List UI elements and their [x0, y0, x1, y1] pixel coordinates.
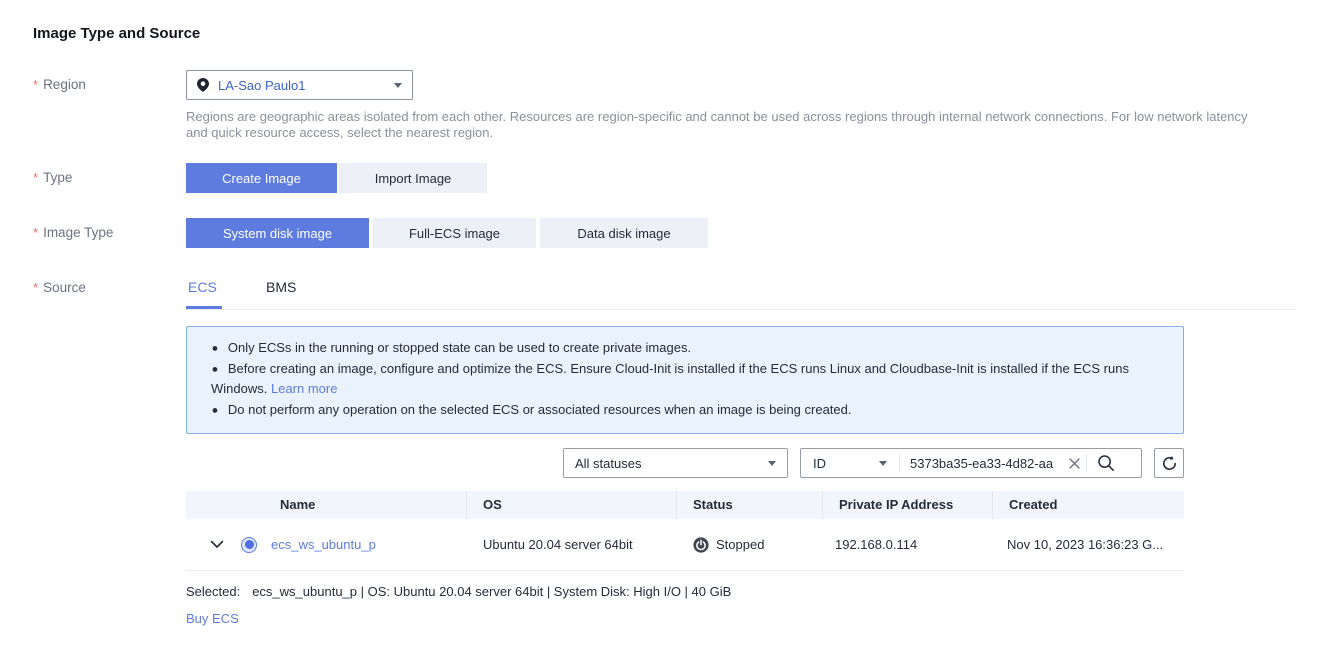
- caret-down-icon[interactable]: [879, 461, 887, 466]
- image-type-and-source-panel: Image Type and Source *Region LA-Sao Pau…: [0, 0, 1344, 646]
- refresh-button[interactable]: [1154, 448, 1184, 478]
- required-asterisk: *: [33, 170, 38, 185]
- source-label: *Source: [33, 280, 86, 295]
- table-row: ecs_ws_ubuntu_p Ubuntu 20.04 server 64bi…: [186, 519, 1184, 571]
- region-label: *Region: [33, 77, 86, 92]
- region-value: LA-Sao Paulo1: [218, 78, 394, 93]
- required-asterisk: *: [33, 280, 38, 295]
- column-header-created: Created: [993, 491, 1184, 519]
- tab-bms[interactable]: BMS: [266, 279, 296, 295]
- chevron-down-icon[interactable]: [210, 540, 224, 549]
- created-cell: Nov 10, 2023 16:36:23 G...: [993, 537, 1184, 552]
- required-asterisk: *: [33, 225, 38, 240]
- close-icon[interactable]: [1062, 458, 1086, 469]
- required-asterisk: *: [33, 77, 38, 92]
- row-radio-selected[interactable]: [241, 537, 257, 553]
- notice-item: ●Before creating an image, configure and…: [211, 359, 1163, 400]
- active-tab-indicator: [186, 306, 222, 309]
- divider: [899, 454, 900, 472]
- type-button-group: Create Image Import Image: [186, 163, 489, 193]
- search-input[interactable]: 5373ba35-ea33-4d82-aa: [910, 456, 1062, 471]
- location-pin-icon: [197, 78, 209, 92]
- bullet-dot: ●: [212, 360, 219, 377]
- full-ecs-image-button[interactable]: Full-ECS image: [373, 218, 536, 248]
- import-image-button[interactable]: Import Image: [339, 163, 487, 193]
- system-disk-image-button[interactable]: System disk image: [186, 218, 369, 248]
- search-icon[interactable]: [1087, 454, 1125, 472]
- power-icon: [693, 537, 709, 553]
- name-cell: ecs_ws_ubuntu_p: [186, 537, 467, 553]
- bullet-dot: ●: [212, 401, 219, 418]
- notice-item: ●Do not perform any operation on the sel…: [211, 400, 1163, 421]
- selected-label: Selected:: [186, 584, 240, 599]
- status-cell: Stopped: [677, 537, 823, 553]
- ecs-name-link[interactable]: ecs_ws_ubuntu_p: [271, 537, 376, 552]
- table-header: Name OS Status Private IP Address Create…: [186, 491, 1184, 519]
- image-type-label: *Image Type: [33, 225, 113, 240]
- selected-value: ecs_ws_ubuntu_p | OS: Ubuntu 20.04 serve…: [252, 584, 731, 599]
- bullet-dot: ●: [212, 340, 219, 357]
- column-header-private-ip: Private IP Address: [823, 491, 993, 519]
- status-text: Stopped: [716, 537, 764, 552]
- column-header-os: OS: [467, 491, 677, 519]
- image-type-button-group: System disk image Full-ECS image Data di…: [186, 218, 712, 248]
- selection-summary: Selected: ecs_ws_ubuntu_p | OS: Ubuntu 2…: [186, 584, 731, 599]
- notice-item: ●Only ECSs in the running or stopped sta…: [211, 338, 1163, 359]
- type-label: *Type: [33, 170, 72, 185]
- search-box: ID 5373ba35-ea33-4d82-aa: [800, 448, 1142, 478]
- os-cell: Ubuntu 20.04 server 64bit: [467, 537, 677, 552]
- tab-divider: [186, 309, 1296, 310]
- learn-more-link[interactable]: Learn more: [271, 381, 337, 396]
- private-ip-cell: 192.168.0.114: [823, 537, 993, 552]
- data-disk-image-button[interactable]: Data disk image: [540, 218, 708, 248]
- region-select[interactable]: LA-Sao Paulo1: [186, 70, 413, 100]
- create-image-button[interactable]: Create Image: [186, 163, 337, 193]
- status-filter-select[interactable]: All statuses: [563, 448, 788, 478]
- tab-ecs[interactable]: ECS: [188, 279, 217, 295]
- search-category-select[interactable]: ID: [801, 456, 861, 471]
- column-header-name: Name: [186, 491, 467, 519]
- status-filter-value: All statuses: [575, 456, 768, 471]
- caret-down-icon: [394, 83, 402, 88]
- page-title: Image Type and Source: [33, 25, 200, 42]
- buy-ecs-link[interactable]: Buy ECS: [186, 611, 239, 626]
- column-header-status: Status: [677, 491, 823, 519]
- region-description: Regions are geographic areas isolated fr…: [186, 109, 1256, 140]
- caret-down-icon: [768, 461, 776, 466]
- refresh-icon: [1161, 455, 1178, 472]
- ecs-notice-box: ●Only ECSs in the running or stopped sta…: [186, 326, 1184, 434]
